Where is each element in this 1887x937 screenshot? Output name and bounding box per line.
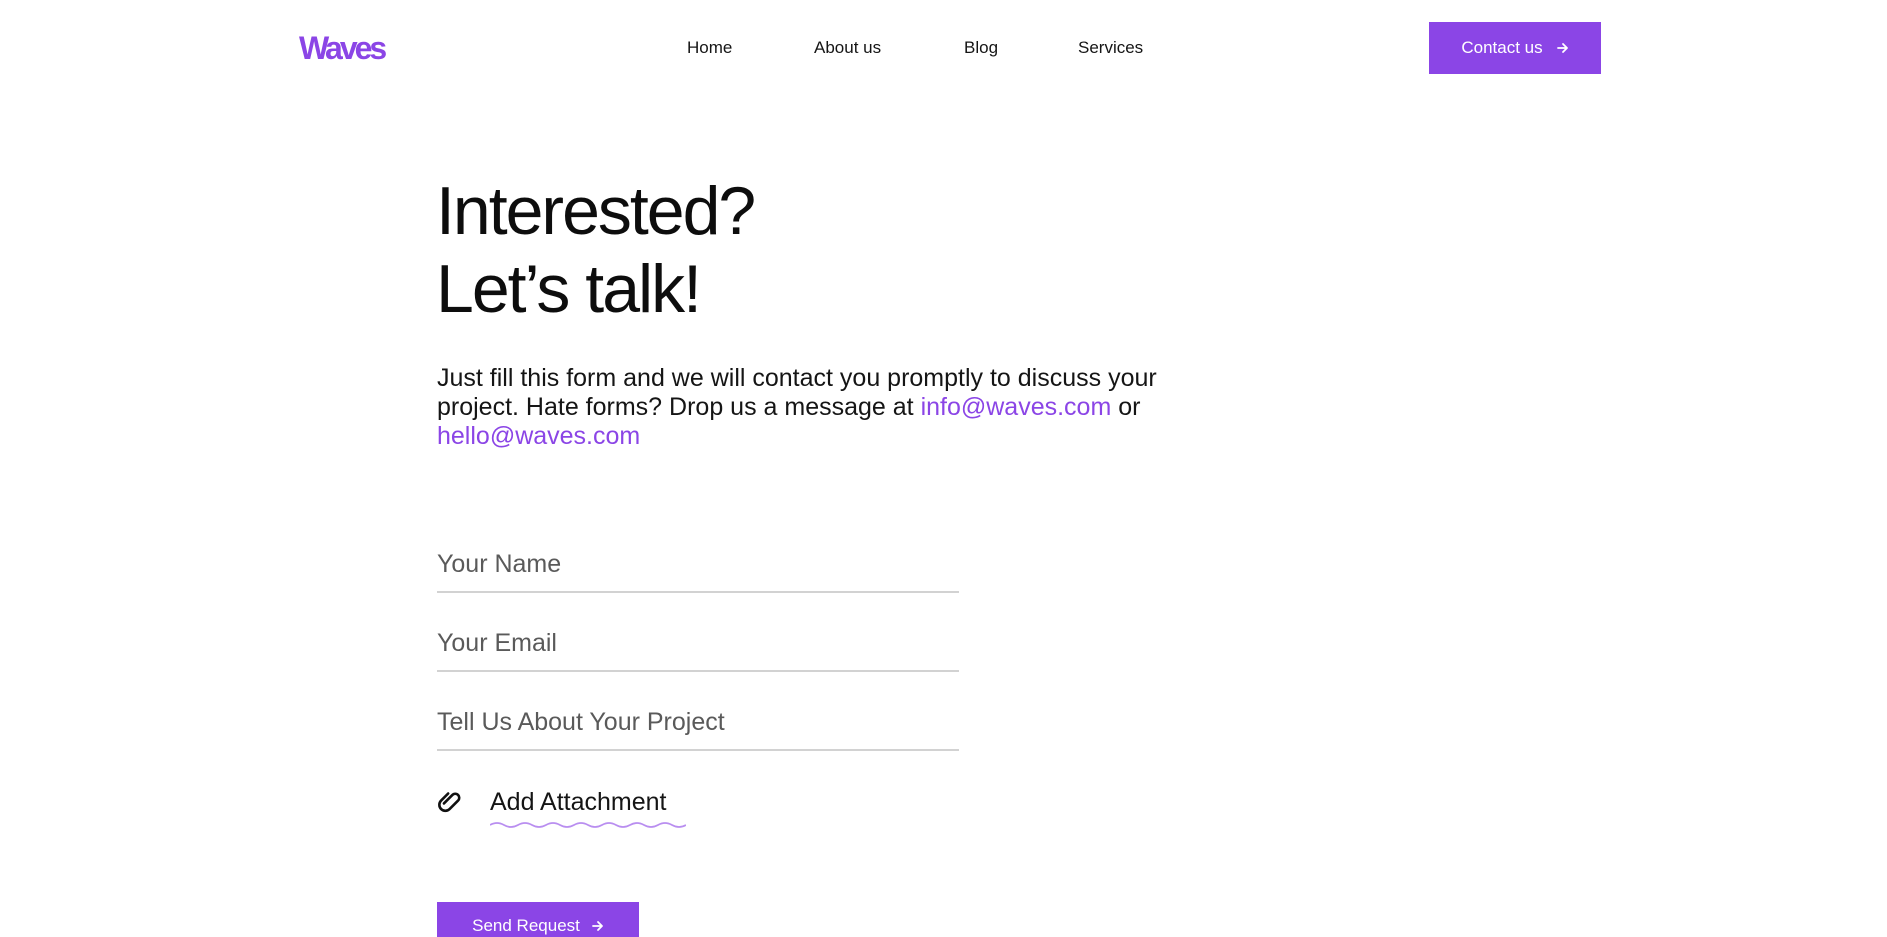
nav-home-link[interactable]: Home	[687, 38, 732, 58]
attachment-label: Add Attachment	[490, 787, 686, 828]
email-input[interactable]	[437, 616, 959, 672]
attachment-text: Add Attachment	[490, 788, 667, 816]
wave-underline	[490, 822, 686, 828]
contact-us-button[interactable]: Contact us	[1429, 22, 1601, 74]
contact-us-label: Contact us	[1461, 38, 1543, 57]
send-request-label: Send Request	[472, 916, 580, 935]
send-request-button[interactable]: Send Request	[437, 902, 639, 937]
project-input[interactable]	[437, 695, 959, 751]
arrow-right-icon	[1556, 43, 1568, 53]
nav-about-link[interactable]: About us	[814, 38, 881, 58]
arrow-right-icon	[591, 921, 603, 931]
add-attachment-button[interactable]: Add Attachment	[436, 782, 686, 828]
intro-paragraph: Just fill this form and we will contact …	[437, 364, 1157, 451]
info-email-link[interactable]: info@waves.com	[921, 393, 1112, 421]
nav-services-link[interactable]: Services	[1078, 38, 1143, 58]
main-nav: Home About us Blog Services	[0, 38, 1887, 58]
hello-email-link[interactable]: hello@waves.com	[437, 422, 640, 450]
paperclip-icon	[438, 792, 461, 813]
title-line-2: Let’s talk!	[436, 251, 702, 327]
page-title: Interested? Let’s talk!	[436, 172, 756, 328]
name-input[interactable]	[437, 537, 959, 593]
nav-blog-link[interactable]: Blog	[964, 38, 998, 58]
contact-page: Waves Home About us Blog Services Contac…	[0, 0, 1887, 937]
title-line-1: Interested?	[436, 173, 756, 249]
intro-connector: or	[1118, 393, 1141, 421]
